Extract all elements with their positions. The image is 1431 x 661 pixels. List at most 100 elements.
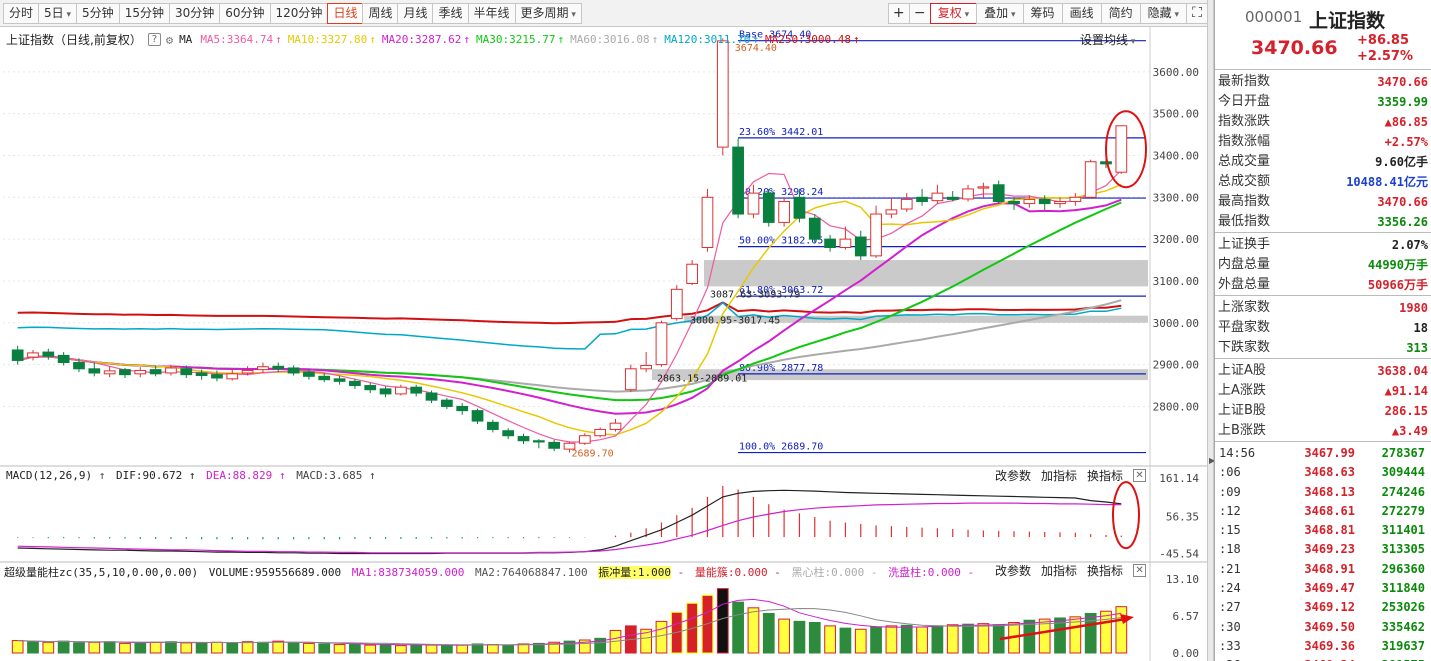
volume-bar: [931, 625, 944, 654]
volume-bar: [441, 645, 453, 654]
macd-add-indicator-button[interactable]: 加指标: [1041, 467, 1077, 484]
period-tab-10[interactable]: 季线: [432, 2, 469, 24]
period-tab-5[interactable]: 60分钟: [219, 2, 271, 24]
y-tick-label: 3100.00: [1153, 275, 1199, 288]
candle-body: [180, 368, 193, 376]
tick-volume: 309444: [1381, 465, 1425, 480]
quote-value: 286.15: [1384, 404, 1428, 418]
candle-body: [211, 374, 223, 379]
volume-bar: [333, 644, 346, 654]
tick-row: :06 3468.63 309444: [1215, 463, 1431, 482]
candle-body: [272, 365, 285, 370]
tick-time: :24: [1219, 581, 1241, 596]
quote-value: 3470.66: [1377, 75, 1428, 89]
volume-bar: [241, 641, 254, 654]
quote-label: 下跌家数: [1218, 340, 1271, 355]
help-icon[interactable]: ?: [147, 33, 161, 46]
candle-body: [548, 441, 561, 449]
volume-bar: [88, 641, 101, 654]
volume-bar: [287, 642, 300, 654]
candle-body: [839, 238, 852, 248]
vol-title-row: 超级量能柱zc(35,5,10,0.00,0.00) VOLUME:959556…: [4, 564, 974, 580]
overlay-button[interactable]: 叠加: [976, 2, 1024, 24]
quote-panel: 000001 上证指数 3470.66 +86.85 +2.57% 最新指数 347…: [1214, 0, 1431, 661]
stock-chart-app: 分时5日5分钟15分钟30分钟60分钟120分钟日线周线月线季线半年线更多周期 +…: [0, 0, 1431, 661]
volume-bar: [73, 642, 85, 654]
macd-title-row: MACD(12,26,9) ↑ DIF:90.672 ↑ DEA:88.829 …: [6, 469, 380, 482]
vol-param-button[interactable]: 改参数: [995, 562, 1031, 579]
macd-switch-indicator-button[interactable]: 换指标: [1087, 467, 1123, 484]
volume-bar: [762, 612, 775, 654]
candle-body: [287, 367, 300, 374]
vol-zhen: 振冲量:1.000: [598, 566, 671, 579]
volume-bar: [364, 644, 377, 654]
period-tab-2[interactable]: 5分钟: [76, 2, 120, 24]
chips-button[interactable]: 筹码: [1022, 2, 1063, 24]
close-icon[interactable]: ✕: [1133, 564, 1147, 577]
zoom-in-button[interactable]: +: [887, 2, 910, 24]
set-ma-button[interactable]: 设置均线: [1080, 31, 1135, 48]
quote-label: 指数涨跌: [1218, 114, 1271, 129]
fuquan-button[interactable]: 复权: [929, 2, 978, 24]
macd-value: MACD:3.685: [296, 469, 363, 482]
dea-line: [17, 502, 1122, 554]
candle-body: [364, 385, 377, 391]
tick-price: 3469.47: [1304, 581, 1355, 596]
candle-body: [11, 349, 24, 361]
vol-controls: 改参数 加指标 换指标 ✕: [995, 562, 1147, 579]
change-value: +86.85: [1357, 33, 1410, 48]
volume-bar: [824, 625, 836, 654]
period-tab-7[interactable]: 日线: [327, 2, 364, 24]
simple-mode-button[interactable]: 简约: [1100, 2, 1141, 24]
volume-bar: [486, 644, 499, 654]
candle-body: [977, 186, 990, 189]
stock-name: 上证指数: [1309, 10, 1386, 32]
vol-add-indicator-button[interactable]: 加指标: [1041, 562, 1077, 579]
period-tab-12[interactable]: 更多周期: [514, 2, 582, 24]
draw-line-button[interactable]: 画线: [1061, 2, 1102, 24]
volume-bar: [1023, 619, 1036, 654]
quote-row: 内盘总量 44990万手: [1215, 255, 1431, 275]
candle-body: [1084, 161, 1097, 198]
quote-row: 上B涨跌 ▲3.49: [1215, 421, 1431, 441]
period-tab-4[interactable]: 30分钟: [168, 2, 221, 24]
stock-code: 000001: [1245, 8, 1303, 26]
period-tab-11[interactable]: 半年线: [467, 2, 516, 24]
candle-body: [27, 352, 39, 358]
candle-body: [379, 388, 392, 395]
dash: -: [870, 566, 878, 579]
period-tab-9[interactable]: 月线: [397, 2, 434, 24]
vol-ma1: MA1:838734059.000: [351, 566, 465, 579]
tick-price: 3468.81: [1304, 523, 1355, 538]
period-tab-6[interactable]: 120分钟: [269, 2, 329, 24]
candle-body: [441, 399, 453, 407]
macd-param-button[interactable]: 改参数: [995, 467, 1031, 484]
quote-label: 内盘总量: [1218, 257, 1271, 272]
volume-bar: [839, 627, 852, 654]
tick-row: :12 3468.61 272279: [1215, 502, 1431, 521]
macd-y-tick: 161.14: [1159, 472, 1199, 485]
candle-body: [165, 367, 177, 374]
close-icon[interactable]: ✕: [1133, 469, 1147, 482]
candle-body: [395, 386, 407, 395]
candle-body: [486, 421, 499, 430]
gear-icon[interactable]: ⚙: [166, 33, 173, 47]
volume-bar: [854, 628, 867, 654]
tick-time: :18: [1219, 542, 1241, 557]
candle-body: [134, 369, 147, 375]
period-tab-0[interactable]: 分时: [3, 2, 40, 24]
fullscreen-icon[interactable]: ⛶: [1186, 2, 1208, 24]
period-tab-8[interactable]: 周线: [362, 2, 399, 24]
tick-price: 3468.91: [1304, 561, 1355, 576]
candle-body: [57, 354, 70, 364]
zoom-out-button[interactable]: −: [908, 2, 931, 24]
arrow-up-icon: ↑: [98, 469, 106, 482]
tick-time: 14:56: [1219, 446, 1256, 460]
quote-value: 313: [1406, 341, 1428, 355]
hide-button[interactable]: 隐藏: [1139, 2, 1187, 24]
panel-splitter[interactable]: ▶: [1207, 0, 1215, 661]
vol-switch-indicator-button[interactable]: 换指标: [1087, 562, 1123, 579]
period-tab-1[interactable]: 5日: [38, 2, 78, 24]
period-tab-3[interactable]: 15分钟: [118, 2, 170, 24]
tick-volume: 278367: [1381, 446, 1425, 460]
